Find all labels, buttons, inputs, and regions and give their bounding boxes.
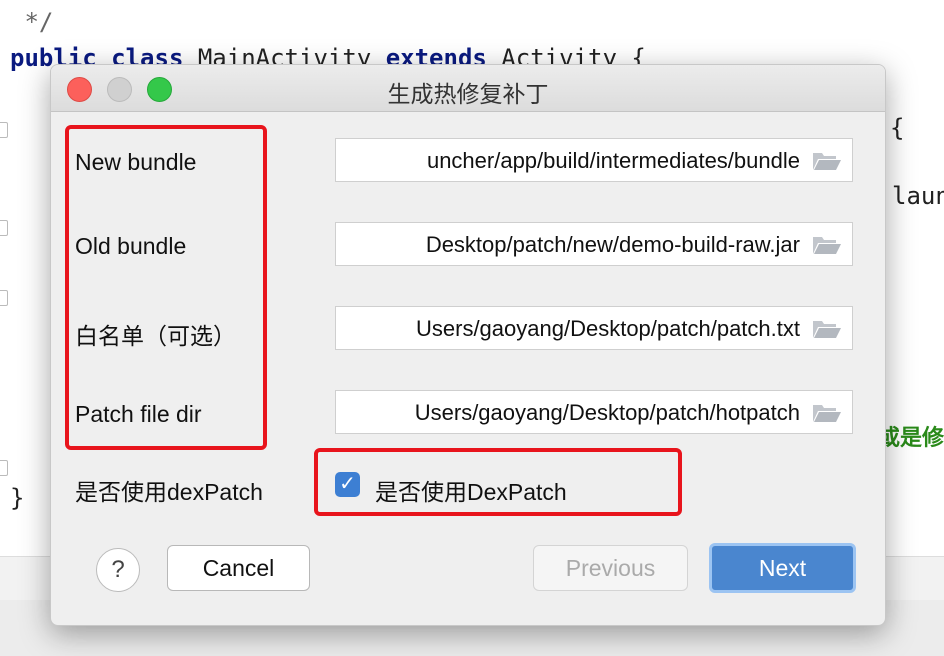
code-brace-end: } bbox=[10, 484, 25, 512]
fold-icon[interactable] bbox=[0, 460, 8, 476]
fold-icon[interactable] bbox=[0, 290, 8, 306]
whitelist-input[interactable]: Users/gaoyang/Desktop/patch/patch.txt bbox=[335, 306, 853, 350]
code-fragment: laun bbox=[892, 182, 944, 210]
fold-icon[interactable] bbox=[0, 122, 8, 138]
cancel-button[interactable]: Cancel bbox=[167, 545, 310, 591]
help-button[interactable]: ? bbox=[96, 548, 140, 592]
whitelist-value: Users/gaoyang/Desktop/patch/patch.txt bbox=[416, 316, 800, 341]
folder-icon[interactable] bbox=[812, 151, 842, 171]
patch-dir-input[interactable]: Users/gaoyang/Desktop/patch/hotpatch bbox=[335, 390, 853, 434]
old-bundle-value: Desktop/patch/new/demo-build-raw.jar bbox=[425, 232, 800, 257]
folder-icon[interactable] bbox=[812, 235, 842, 255]
next-button[interactable]: Next bbox=[709, 543, 856, 593]
new-bundle-input[interactable]: uncher/app/build/intermediates/bundle bbox=[335, 138, 853, 182]
old-bundle-input[interactable]: Desktop/patch/new/demo-build-raw.jar bbox=[335, 222, 853, 266]
highlight-box-dexpatch bbox=[314, 448, 682, 516]
fold-icon[interactable] bbox=[0, 220, 8, 236]
dexpatch-label: 是否使用dexPatch bbox=[75, 479, 263, 505]
patch-dir-value: Users/gaoyang/Desktop/patch/hotpatch bbox=[414, 400, 800, 425]
folder-icon[interactable] bbox=[812, 319, 842, 339]
generate-hotpatch-dialog: 生成热修复补丁 New bundle uncher/app/build/inte… bbox=[50, 64, 886, 626]
title-bar: 生成热修复补丁 bbox=[51, 65, 885, 112]
highlight-box-labels bbox=[65, 125, 267, 450]
code-brace: { bbox=[890, 114, 905, 142]
code-string-fragment: 或是修 bbox=[878, 426, 944, 451]
folder-icon[interactable] bbox=[812, 403, 842, 423]
code-comment-end: */ bbox=[10, 8, 54, 36]
previous-button[interactable]: Previous bbox=[533, 545, 688, 591]
dialog-title: 生成热修复补丁 bbox=[387, 81, 549, 107]
new-bundle-value: uncher/app/build/intermediates/bundle bbox=[426, 148, 800, 173]
